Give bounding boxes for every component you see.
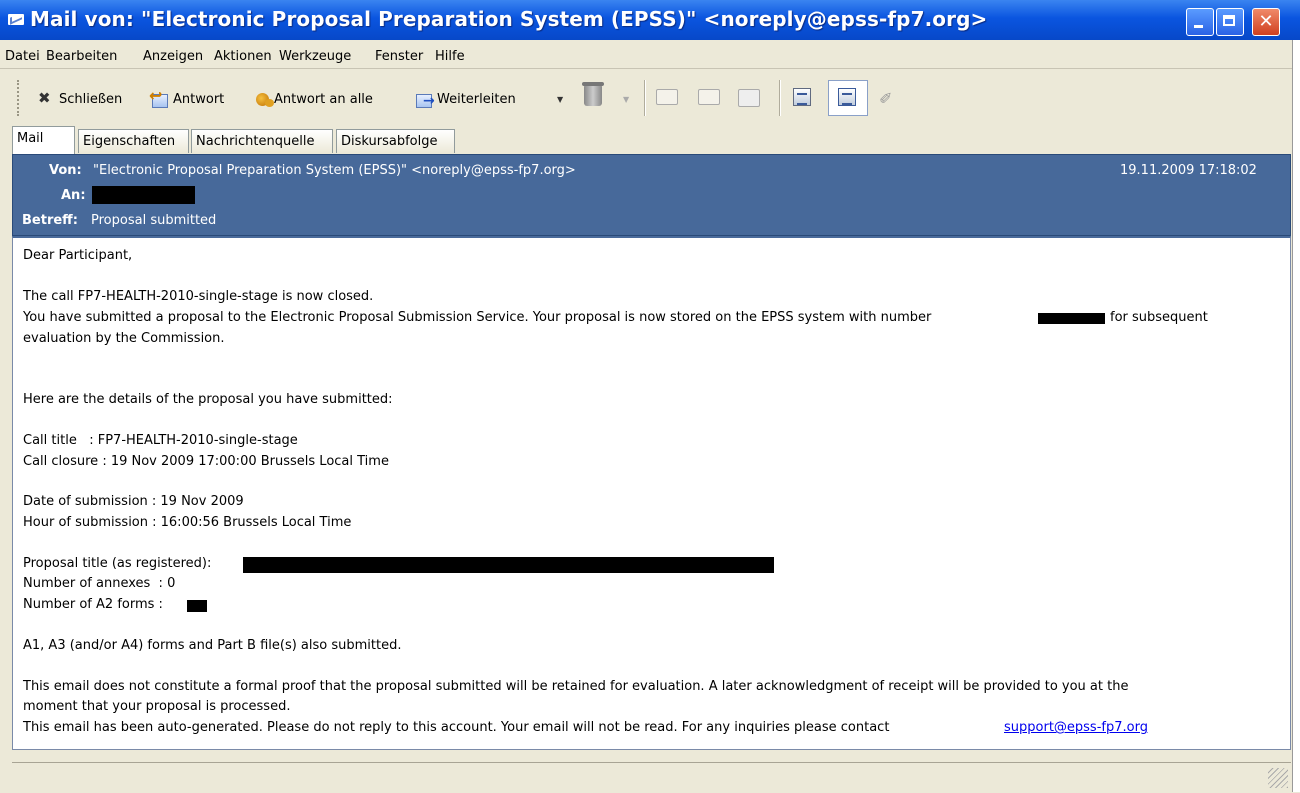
tab-diskursabfolge[interactable]: Diskursabfolge: [336, 129, 455, 153]
reply-all-button[interactable]: Antwort an alle: [256, 88, 373, 110]
a2-forms-text: Number of A2 forms :: [23, 597, 163, 612]
menu-werkzeuge[interactable]: Werkzeuge: [279, 49, 351, 64]
submission-hour-text: Hour of submission : 16:00:56 Brussels L…: [23, 515, 352, 530]
show-headers-icon[interactable]: [793, 88, 811, 106]
reply-label: Antwort: [173, 91, 225, 107]
title-bar: Mail von: "Electronic Proposal Preparati…: [0, 0, 1300, 40]
close-x-icon: [36, 89, 54, 108]
to-label: An:: [61, 188, 86, 203]
submitted-text-tail: for subsequent: [1110, 310, 1208, 325]
proposal-title-text: Proposal title (as registered):: [23, 556, 212, 571]
window-edge: [1292, 40, 1300, 792]
status-bar: [12, 762, 1291, 793]
forward-label: Weiterleiten: [437, 91, 516, 107]
previous-message-icon[interactable]: [698, 89, 720, 105]
disclaimer-text: This email does not constitute a formal …: [23, 679, 1129, 694]
tab-mail[interactable]: Mail: [12, 126, 75, 155]
call-closed-text: The call FP7-HEALTH-2010-single-stage is…: [23, 289, 374, 304]
disclaimer-text-cont: moment that your proposal is processed.: [23, 699, 291, 714]
call-closure-text: Call closure : 19 Nov 2009 17:00:00 Brus…: [23, 454, 389, 469]
subject-label: Betreff:: [22, 213, 78, 228]
submitted-text: You have submitted a proposal to the Ele…: [23, 310, 932, 325]
toolbar-separator: [779, 80, 781, 116]
next-message-icon[interactable]: [656, 89, 678, 105]
forward-icon: [416, 93, 435, 109]
details-intro-text: Here are the details of the proposal you…: [23, 392, 393, 407]
reply-all-icon: [256, 92, 274, 107]
redacted-recipient: [92, 186, 195, 204]
subject-value: Proposal submitted: [91, 213, 217, 228]
reply-icon: [149, 86, 168, 108]
reply-all-label: Antwort an alle: [274, 91, 373, 107]
maximize-button[interactable]: [1216, 8, 1244, 36]
support-email-link[interactable]: support@epss-fp7.org: [1004, 720, 1148, 735]
trash-icon[interactable]: [582, 82, 604, 106]
annexes-text: Number of annexes : 0: [23, 576, 176, 591]
redacted-a2-count: [187, 600, 207, 612]
menu-fenster[interactable]: Fenster: [375, 49, 423, 64]
autogen-text: This email has been auto-generated. Plea…: [23, 720, 890, 735]
trash-dropdown-icon[interactable]: ▼: [623, 95, 629, 104]
message-header: Von: "Electronic Proposal Preparation Sy…: [12, 154, 1291, 236]
close-mail-button[interactable]: Schließen: [36, 88, 122, 110]
menu-aktionen[interactable]: Aktionen: [214, 49, 272, 64]
menu-datei[interactable]: Datei: [5, 49, 40, 64]
window-title: Mail von: "Electronic Proposal Preparati…: [30, 7, 988, 31]
from-label: Von:: [49, 163, 82, 178]
menu-bar: Datei Bearbeiten Anzeigen Aktionen Werkz…: [0, 46, 1292, 69]
minimize-button[interactable]: [1186, 8, 1214, 36]
menu-bearbeiten[interactable]: Bearbeiten: [46, 49, 117, 64]
evaluation-text: evaluation by the Commission.: [23, 331, 225, 346]
forms-submitted-text: A1, A3 (and/or A4) forms and Part B file…: [23, 638, 402, 653]
redacted-proposal-title: [243, 557, 774, 573]
date-value: 19.11.2009 17:18:02: [1120, 163, 1257, 178]
menu-anzeigen[interactable]: Anzeigen: [143, 49, 203, 64]
forward-dropdown-icon[interactable]: ▼: [557, 95, 563, 104]
reply-button[interactable]: Antwort: [149, 86, 225, 110]
mail-icon: [8, 14, 24, 25]
toolbar-separator: [644, 80, 646, 116]
close-button[interactable]: ✕: [1252, 8, 1280, 36]
show-message-icon[interactable]: [838, 88, 856, 106]
greeting-text: Dear Participant,: [23, 248, 133, 263]
edit-icon[interactable]: ✐: [879, 89, 892, 108]
print-icon[interactable]: [738, 89, 760, 107]
from-value[interactable]: "Electronic Proposal Preparation System …: [93, 163, 576, 178]
redacted-proposal-number: [1038, 313, 1105, 324]
tab-eigenschaften[interactable]: Eigenschaften: [78, 129, 189, 153]
forward-button[interactable]: Weiterleiten: [416, 88, 516, 110]
call-title-text: Call title : FP7-HEALTH-2010-single-stag…: [23, 433, 298, 448]
menu-hilfe[interactable]: Hilfe: [435, 49, 465, 64]
tab-nachrichtenquelle[interactable]: Nachrichtenquelle: [191, 129, 333, 153]
close-mail-label: Schließen: [59, 91, 123, 107]
submission-date-text: Date of submission : 19 Nov 2009: [23, 494, 244, 509]
resize-grip[interactable]: [1268, 768, 1288, 788]
toolbar-grip[interactable]: [17, 80, 23, 116]
